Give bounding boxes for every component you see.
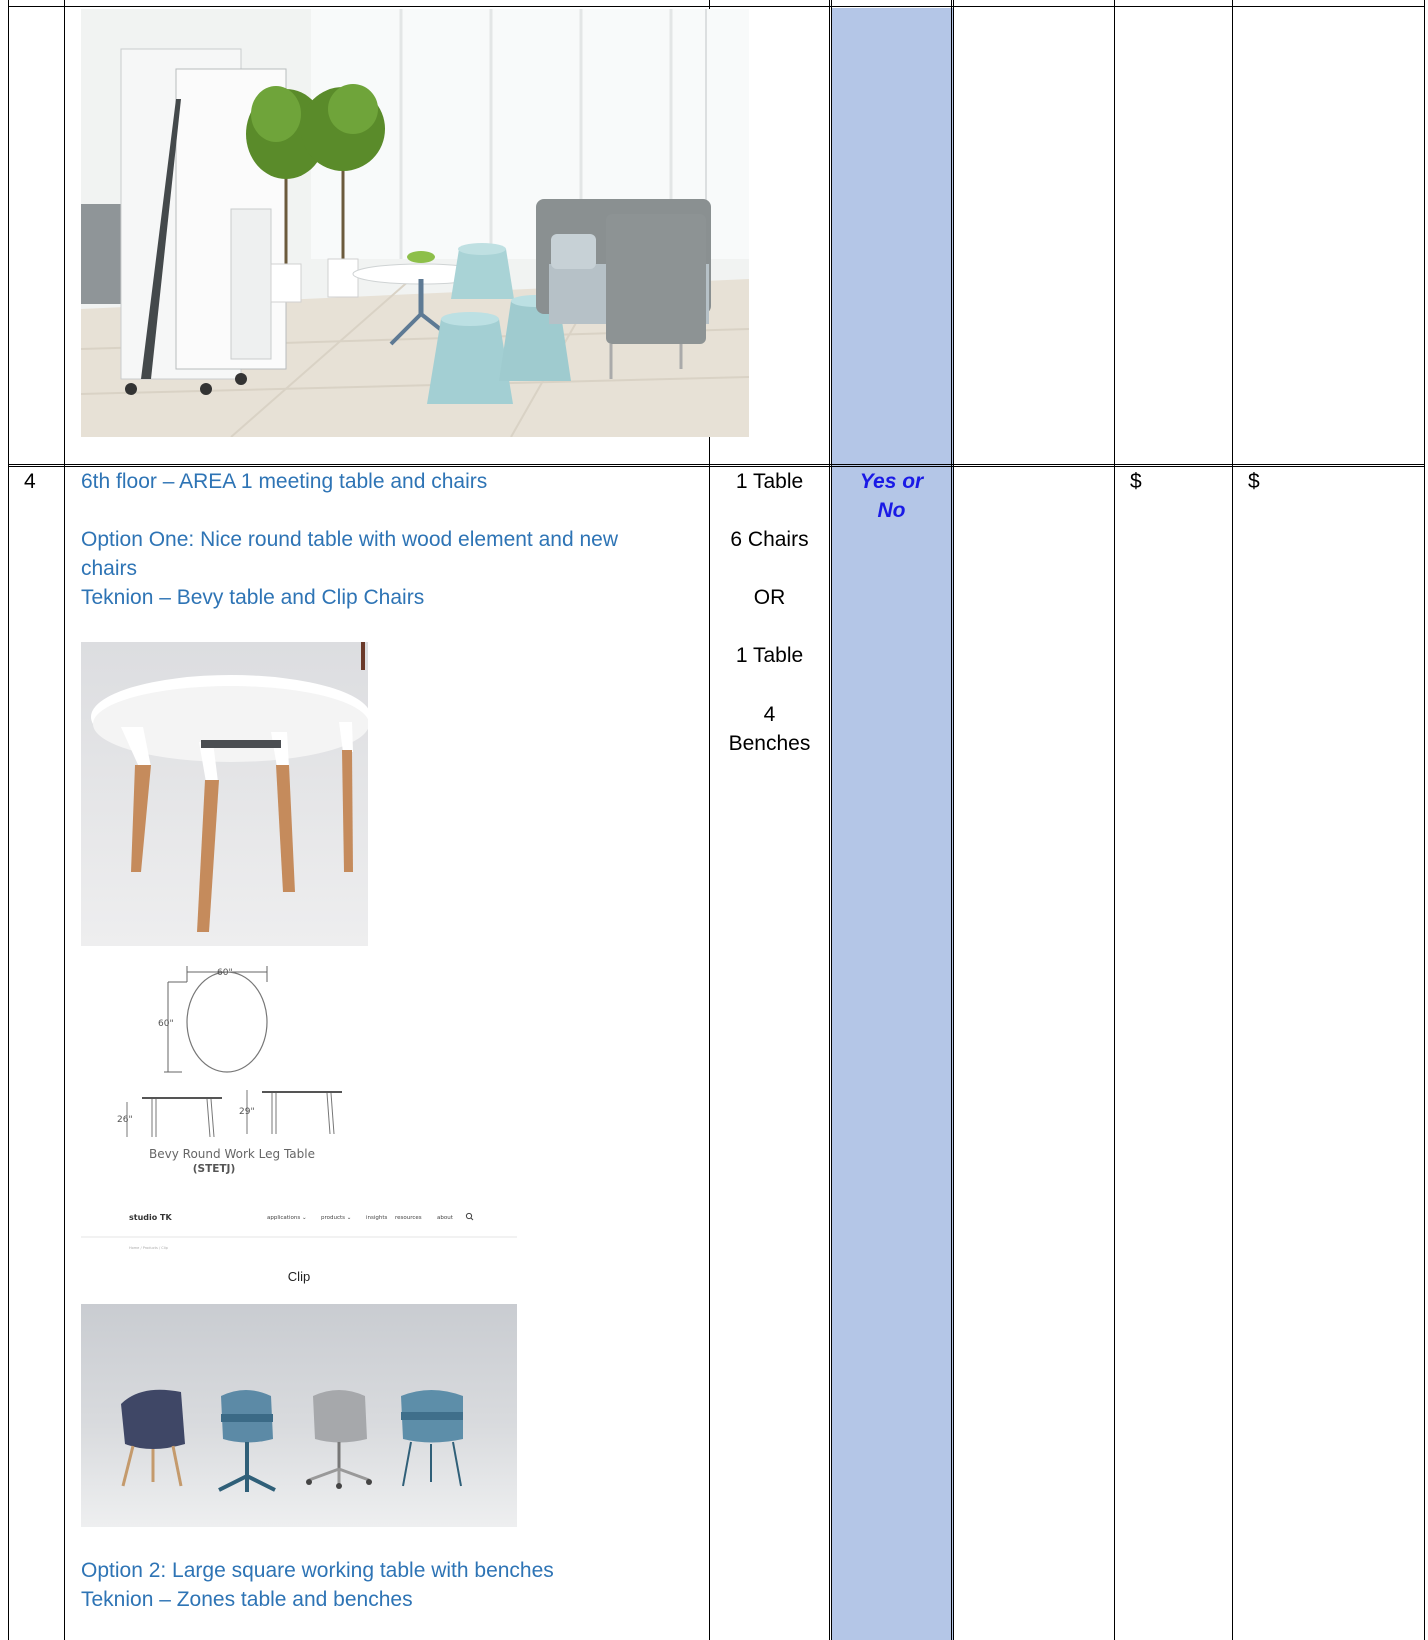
- column-border: [8, 0, 9, 1640]
- height-1-label: 26": [117, 1115, 133, 1125]
- option-one-description: Option One: Nice round table with wood e…: [81, 528, 618, 551]
- dim-depth-label: 60": [158, 1019, 174, 1029]
- studio-tk-website-screenshot: studio TK applications ⌄ products ⌄ insi…: [81, 1196, 517, 1289]
- row-border: [8, 464, 1425, 465]
- option-two-description: Option 2: Large square working table wit…: [81, 1559, 554, 1582]
- nav-insights: insights: [366, 1215, 388, 1221]
- product-title: Clip: [288, 1269, 310, 1284]
- clip-chairs-photo: [81, 1304, 517, 1527]
- option-one-product: Teknion – Bevy table and Clip Chairs: [81, 586, 425, 609]
- quantity-benches-count: 4: [763, 703, 776, 726]
- bevy-table-drawing: 60" 60" 26" 29" Bevy Round Work Leg Tabl…: [112, 962, 352, 1177]
- option-one-description-cont: chairs: [81, 557, 138, 580]
- yes-or-no-response-cont: No: [877, 499, 906, 522]
- quantity-benches-label: Benches: [728, 732, 811, 755]
- unit-price: $: [1130, 470, 1142, 493]
- nav-applications: applications ⌄: [267, 1215, 307, 1221]
- nav-products: products ⌄: [321, 1215, 351, 1221]
- nav-about: about: [437, 1215, 454, 1221]
- studio-tk-logo: studio TK: [129, 1213, 172, 1222]
- response-column-shade: [831, 8, 953, 1640]
- drawing-caption: Bevy Round Work Leg Table: [149, 1147, 315, 1161]
- breadcrumb: Home / Products / Clip: [129, 1246, 169, 1250]
- drawing-code: (STETJ): [193, 1163, 236, 1175]
- column-border: [953, 0, 954, 1640]
- option-two-product: Teknion – Zones table and benches: [81, 1588, 413, 1611]
- height-2-label: 29": [239, 1107, 255, 1117]
- column-border: [1114, 0, 1115, 1640]
- quantity-chairs: 6 Chairs: [730, 528, 809, 551]
- quantity-or: OR: [753, 586, 786, 609]
- row-title: 6th floor – AREA 1 meeting table and cha…: [81, 470, 488, 493]
- total-price: $: [1248, 470, 1260, 493]
- dim-width-label: 60": [217, 968, 233, 978]
- row-number: 4: [24, 470, 36, 493]
- column-border: [829, 0, 830, 1640]
- bevy-table-photo: [81, 642, 368, 946]
- yes-or-no-response: Yes or: [859, 470, 924, 493]
- column-border: [1232, 0, 1233, 1640]
- nav-resources: resources: [395, 1215, 422, 1221]
- column-border: [1424, 0, 1425, 1640]
- row-border: [8, 6, 1425, 7]
- quantity-table-2: 1 Table: [735, 644, 804, 667]
- column-border: [831, 0, 832, 1640]
- lounge-area-photo: [81, 9, 749, 437]
- column-border: [951, 0, 952, 1640]
- quantity-table-1: 1 Table: [735, 470, 804, 493]
- column-border: [64, 0, 65, 1640]
